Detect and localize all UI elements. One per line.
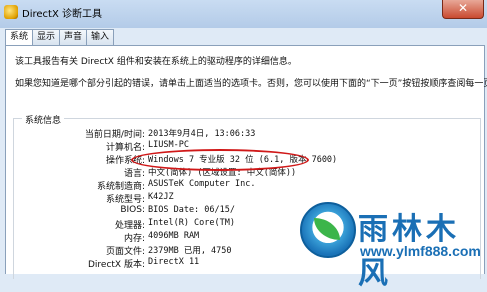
- info-label: DirectX 版本:: [87, 260, 145, 270]
- info-label: 系统型号:: [105, 195, 145, 205]
- close-button[interactable]: ✕: [442, 0, 484, 19]
- info-value: Intel(R) Core(TM): [148, 218, 235, 228]
- os-highlight-oval: [131, 149, 309, 171]
- tab-display[interactable]: 显示: [32, 29, 60, 45]
- window-title: DirectX 诊断工具: [22, 9, 102, 20]
- info-value: K42JZ: [148, 192, 174, 202]
- info-value: DirectX 11: [148, 257, 200, 267]
- info-value: 2013年9月4日, 13:06:33: [148, 129, 256, 139]
- leaf-icon: [314, 218, 340, 240]
- intro-text-line2: 如果您知道是哪个部分引起的错误，请单击上面适当的选项卡。否则，您可以使用下面的“…: [15, 79, 487, 89]
- tab-sound[interactable]: 声音: [59, 29, 87, 45]
- watermark: 雨林木风 www.ylmf888.com: [300, 202, 487, 291]
- info-label: 计算机名:: [105, 143, 145, 153]
- intro-text-line1: 该工具报告有关 DirectX 组件和安装在系统上的驱动程序的详细信息。: [15, 57, 297, 67]
- info-label: 语言:: [123, 169, 145, 179]
- info-label: 内存:: [123, 234, 145, 244]
- info-label: 当前日期/时间:: [84, 130, 145, 140]
- info-value: 4096MB RAM: [148, 231, 200, 241]
- info-label: 系统制造商:: [96, 182, 145, 192]
- info-row-manufacturer: 系统制造商: ASUSTeK Computer Inc.: [14, 179, 480, 192]
- directx-app-icon: [4, 5, 18, 19]
- brand-logo-icon: [300, 202, 356, 258]
- info-value: LIUSM-PC: [148, 140, 189, 150]
- title-bar: DirectX 诊断工具 ✕: [0, 0, 487, 28]
- info-row-datetime: 当前日期/时间: 2013年9月4日, 13:06:33: [14, 127, 480, 140]
- tab-input[interactable]: 输入: [86, 29, 114, 45]
- info-label: 处理器:: [114, 221, 145, 231]
- watermark-url: www.ylmf888.com: [360, 243, 481, 259]
- info-value: BIOS Date: 06/15/: [148, 205, 235, 215]
- system-info-title: 系统信息: [22, 113, 65, 126]
- tab-system[interactable]: 系统: [5, 29, 33, 46]
- info-label: BIOS:: [120, 205, 145, 215]
- info-value: ASUSTeK Computer Inc.: [148, 179, 256, 189]
- info-value: 2379MB 已用, 4750: [148, 246, 232, 256]
- info-label: 页面文件:: [105, 247, 145, 257]
